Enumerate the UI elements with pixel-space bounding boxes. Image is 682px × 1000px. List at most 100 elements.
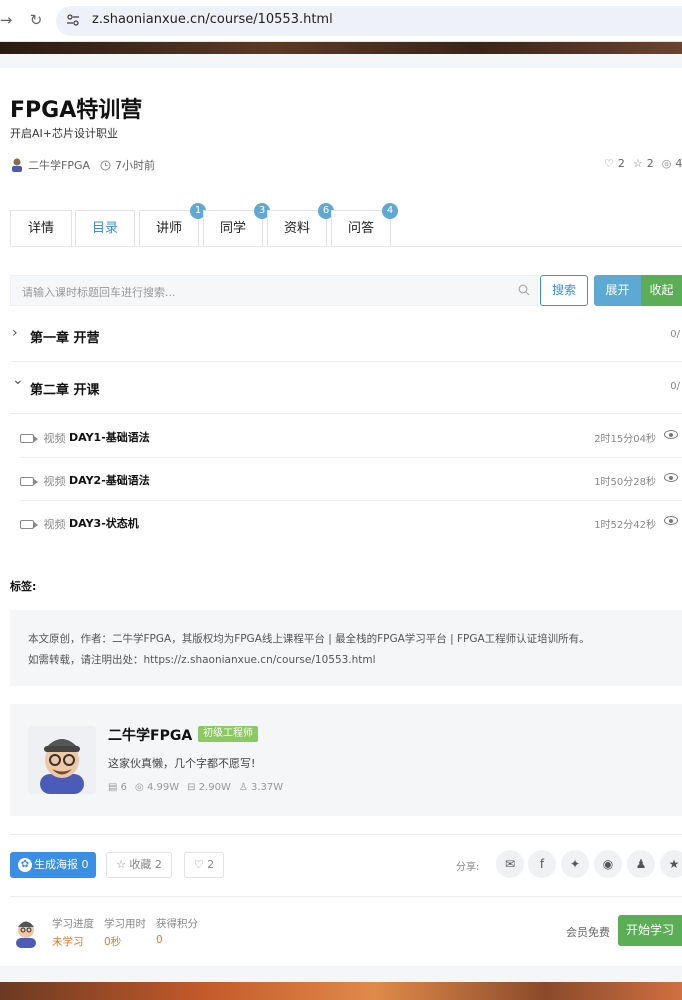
course-stats: ♡ 2 ☆ 2 ◎ 4 [604, 157, 682, 170]
copyright-line: 本文原创，作者：二牛学FPGA，其版权均为FPGA线上课程平台 | 最全栈的FP… [28, 633, 590, 645]
user-avatar[interactable] [12, 916, 40, 948]
likes-count: 2 [617, 157, 625, 170]
search-placeholder: 请输入课时标题回车进行搜索... [22, 286, 176, 299]
lesson-duration: 1时52分42秒 [594, 520, 656, 531]
tab-badge: 4 [382, 203, 398, 219]
author-meta[interactable]: 二牛学FPGA [10, 157, 90, 173]
reprint-line: 如需转载，请注明出处：https://z.shaonianxue.cn/cour… [28, 654, 376, 666]
url-text[interactable]: z.shaonianxue.cn/course/10553.html [92, 12, 333, 27]
course-subtitle: 开启AI+芯片设计职业 [10, 127, 118, 140]
page-title: FPGA特训营 [10, 98, 143, 123]
tab-details[interactable]: 详情 [10, 210, 72, 246]
search-icon[interactable] [518, 284, 530, 296]
tab-qa[interactable]: 问答 4 [331, 203, 398, 246]
tags-label: 标签: [10, 580, 37, 593]
expand-button[interactable]: 展开 [594, 275, 641, 306]
views-count: 4 [675, 157, 682, 170]
user-icon: ♙ [238, 782, 248, 793]
avatar[interactable] [28, 726, 96, 794]
avatar-illustration [40, 739, 84, 794]
member-free-label: 会员免费 [566, 926, 610, 939]
reload-icon[interactable]: ↻ [26, 10, 46, 30]
collapse-button[interactable]: 收起 [641, 275, 682, 306]
eye-icon[interactable] [664, 516, 678, 525]
author-name[interactable]: 二牛学FPGA [28, 157, 90, 173]
twitter-icon[interactable]: ✦ [561, 850, 589, 878]
database-icon: ⊟ [187, 782, 196, 793]
lesson-item[interactable]: 视频 DAY2-基础语法 1时50分28秒 [20, 458, 682, 501]
author-bio: 这家伙真懒，几个字都不愿写! [108, 757, 256, 770]
browser-bar: → ↻ z.shaonianxue.cn/course/10553.html [0, 0, 682, 42]
lesson-item[interactable]: 视频 DAY3-状态机 1时52分42秒 [20, 501, 682, 544]
study-time-label: 学习用时 [104, 918, 146, 930]
eye-icon: ◎ [135, 782, 144, 793]
star-share-icon[interactable]: ★ [660, 850, 682, 878]
top-banner-image [0, 42, 682, 54]
lesson-duration: 2时15分04秒 [594, 434, 656, 445]
page-gap [0, 54, 682, 68]
divider [10, 834, 682, 835]
favorite-button[interactable]: ☆ 收藏 2 [106, 852, 172, 878]
tab-catalog[interactable]: 目录 [75, 210, 135, 246]
lesson-title[interactable]: DAY3-状态机 [69, 515, 139, 531]
search-button[interactable]: 搜索 [540, 275, 588, 306]
tabs-divider [10, 246, 682, 247]
posts-stat: ▤ 6 [108, 782, 128, 793]
lesson-type: 视频 [20, 473, 66, 489]
favorites-count: 2 [646, 157, 654, 170]
progress-value: 未学习 [52, 936, 84, 948]
like-button[interactable]: ♡ 2 [184, 852, 224, 878]
chapter-1[interactable]: › 第一章 开营 0/ [10, 310, 682, 362]
chevron-right-icon: › [12, 325, 18, 341]
chapter-title[interactable]: 第一章 开营 [30, 327, 100, 346]
eye-icon[interactable] [664, 473, 678, 482]
video-icon [20, 433, 38, 443]
start-learning-button[interactable]: 开始学习 [618, 915, 682, 946]
chapter-title[interactable]: 第二章 开课 [30, 379, 100, 398]
heart-icon[interactable]: ♡ [604, 157, 614, 170]
document-icon: ▤ [108, 782, 118, 793]
forward-icon[interactable]: → [0, 10, 16, 30]
clock-icon [100, 160, 111, 170]
copyright-box [10, 610, 682, 686]
chapter-progress: 0/ [670, 329, 680, 340]
bottom-banner-image [0, 982, 682, 1000]
qq-icon[interactable]: ♟ [627, 850, 655, 878]
eye-icon: ◎ [661, 157, 672, 170]
time-meta: 7小时前 [100, 157, 155, 173]
page-gap [0, 966, 682, 982]
author-card-name[interactable]: 二牛学FPGA [108, 725, 192, 745]
wechat-icon[interactable]: ✉ [496, 850, 524, 878]
points-value: 0 [156, 934, 163, 946]
weibo-icon[interactable]: ◉ [594, 850, 622, 878]
chevron-down-icon: ⌄ [12, 372, 24, 388]
tab-lecturer[interactable]: 讲师 1 [139, 203, 206, 246]
video-icon [20, 519, 38, 529]
study-time-value: 0秒 [104, 936, 122, 948]
chapter-progress: 0/ [670, 381, 680, 392]
tab-materials[interactable]: 资料 6 [267, 203, 334, 246]
lesson-duration: 1时50分28秒 [594, 477, 656, 488]
author-stats: ▤ 6 ◎ 4.99W ⊟ 2.90W ♙ 3.37W [108, 782, 283, 793]
site-settings-icon[interactable] [66, 13, 80, 27]
star-icon[interactable]: ☆ [633, 157, 643, 170]
eye-icon[interactable] [664, 430, 678, 439]
poster-icon: ✿ [18, 858, 32, 872]
points-label: 获得积分 [156, 918, 198, 930]
lesson-title[interactable]: DAY2-基础语法 [69, 472, 150, 488]
divider [10, 896, 682, 897]
followers-stat: ♙ 3.37W [238, 782, 284, 793]
lesson-type: 视频 [20, 516, 66, 532]
tab-classmates[interactable]: 同学 3 [203, 203, 270, 246]
lesson-title[interactable]: DAY1-基础语法 [69, 429, 150, 445]
chapter-2[interactable]: ⌄ 第二章 开课 0/ [10, 362, 682, 414]
video-icon [20, 476, 38, 486]
author-avatar-icon [12, 158, 22, 172]
views-stat: ◎ 4.99W [135, 782, 180, 793]
facebook-icon[interactable]: f [528, 850, 556, 878]
storage-stat: ⊟ 2.90W [187, 782, 231, 793]
lesson-item[interactable]: 视频 DAY1-基础语法 2时15分04秒 [20, 415, 682, 458]
lesson-type: 视频 [20, 430, 66, 446]
share-label: 分享: [456, 862, 480, 873]
progress-label: 学习进度 [52, 918, 94, 930]
